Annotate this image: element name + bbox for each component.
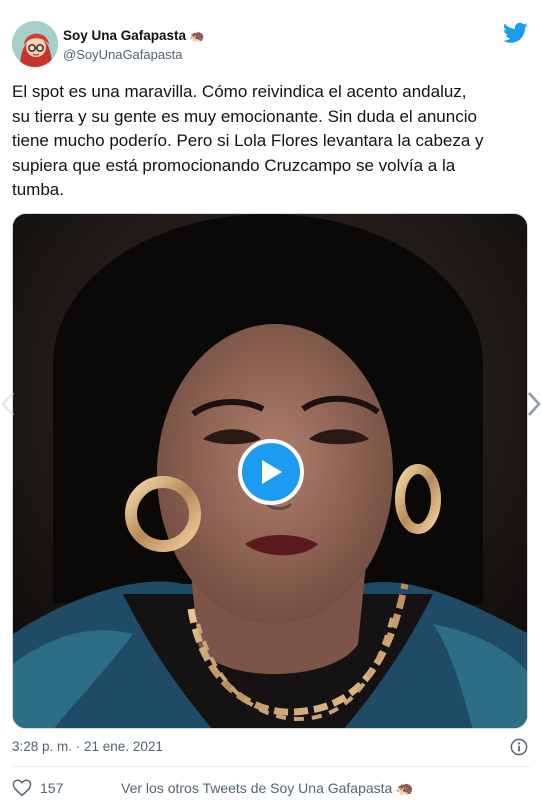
avatar[interactable] xyxy=(12,21,58,67)
play-icon xyxy=(262,460,282,484)
info-icon[interactable] xyxy=(510,738,528,756)
divider xyxy=(12,766,530,767)
chevron-left-icon[interactable] xyxy=(0,390,16,418)
author-handle[interactable]: @SoyUnaGafapasta xyxy=(63,47,182,62)
view-other-tweets-link[interactable]: Ver los otros Tweets de Soy Una Gafapast… xyxy=(121,780,414,797)
heart-icon[interactable] xyxy=(12,779,32,797)
author-name[interactable]: Soy Una Gafapasta 🦔 xyxy=(63,28,205,43)
chevron-right-icon[interactable] xyxy=(526,390,542,418)
avatar-image xyxy=(12,21,58,67)
like-count[interactable]: 157 xyxy=(40,780,63,796)
hedgehog-emoji: 🦔 xyxy=(189,29,205,43)
others-link-label: Ver los otros Tweets de Soy Una Gafapast… xyxy=(121,780,393,796)
tweet-timestamp[interactable]: 3:28 p. m. · 21 ene. 2021 xyxy=(12,739,163,754)
tweet-text: El spot es una maravilla. Cómo reivindic… xyxy=(12,82,484,199)
hedgehog-emoji: 🦔 xyxy=(396,780,414,796)
twitter-bird-icon[interactable] xyxy=(503,22,528,44)
video-player[interactable] xyxy=(12,213,528,729)
play-button[interactable] xyxy=(238,439,304,505)
author-name-text: Soy Una Gafapasta xyxy=(63,28,187,43)
